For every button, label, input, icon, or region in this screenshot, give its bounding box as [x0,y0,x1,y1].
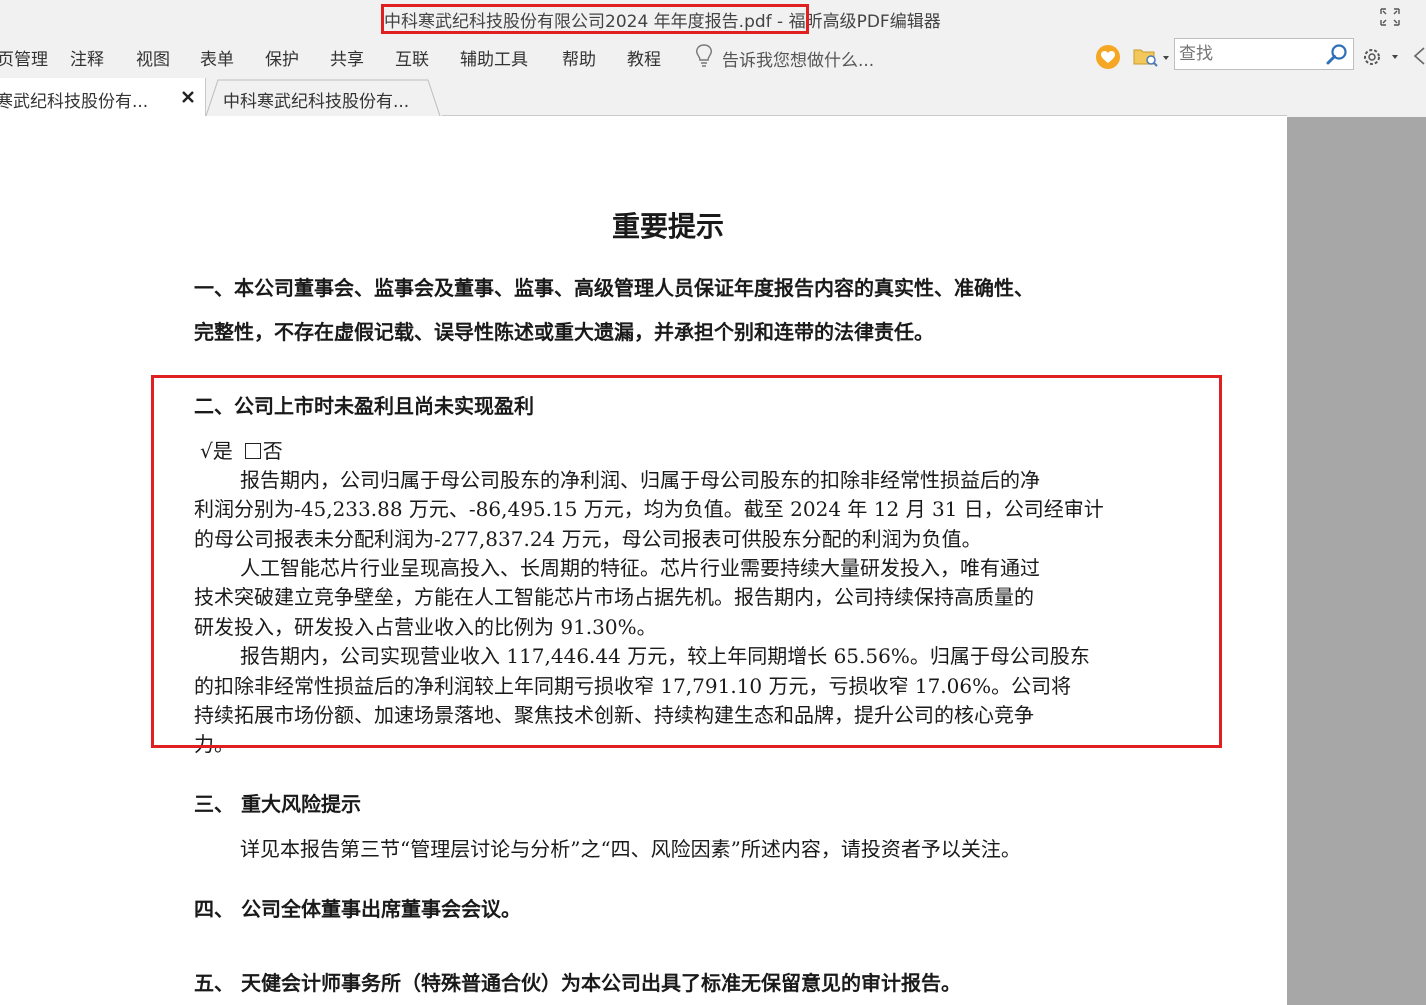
tab-label: 中科寒武纪科技股份有... [223,92,410,112]
section4-heading: 四、 公司全体董事出席董事会会议。 [194,897,521,921]
title-app-name: 福昕高级PDF编辑器 [788,12,941,32]
tab-label: 寒武纪科技股份有... [0,92,149,112]
menu-tutorial[interactable]: 教程 [627,45,661,70]
tell-me-box[interactable]: 告诉我您想做什么... [694,43,874,74]
title-bar: 中科寒武纪科技股份有限公司2024 年年度报告.pdf - 福昕高级PDF编辑器 [0,0,1426,40]
menu-page-manage[interactable]: 页管理 [0,45,48,70]
section1-line2: 完整性，不存在虚假记载、误导性陈述或重大遗漏，并承担个别和连带的法律责任。 [194,320,934,344]
tab-document-1[interactable]: 寒武纪科技股份有... [0,78,206,116]
section2-heading: 二、公司上市时未盈利且尚未实现盈利 [194,394,534,418]
para3-line2: 的扣除非经常性损益后的净利润较上年同期亏损收窄 17,791.10 万元，亏损收… [194,674,1072,698]
para2-line1: 人工智能芯片行业呈现高投入、长周期的特征。芯片行业需要持续大量研发投入，唯有通过 [240,556,1040,580]
menu-view[interactable]: 视图 [136,45,170,70]
para2-line2: 技术突破建立竞争壁垒，方能在人工智能芯片市场占据先机。报告期内，公司持续保持高质… [194,585,1034,609]
page-gutter [1287,117,1426,1005]
no-option: 否 [262,439,283,463]
toolbar-filler [1287,74,1426,117]
para1-line1: 报告期内，公司归属于母公司股东的净利润、归属于母公司股东的扣除非经常性损益后的净 [240,468,1040,492]
tell-me-placeholder: 告诉我您想做什么... [722,51,875,71]
section3-heading: 三、 重大风险提示 [194,792,361,816]
restore-window-icon[interactable] [1378,6,1402,28]
no-checkbox [244,443,261,459]
para1-line3: 的母公司报表未分配利润为-277,837.24 万元，母公司报表可供股东分配的利… [194,527,982,551]
lightbulb-icon [694,43,714,74]
section1-line1: 一、本公司董事会、监事会及董事、监事、高级管理人员保证年度报告内容的真实性、准确… [194,276,1034,300]
search-box [1174,38,1354,70]
menu-form[interactable]: 表单 [200,45,234,70]
menu-connect[interactable]: 互联 [395,45,429,70]
search-input[interactable] [1179,41,1317,67]
search-icon[interactable] [1325,43,1349,67]
para3-line3: 持续拓展市场份额、加速场景落地、聚焦技术创新、持续构建生态和品牌，提升公司的核心… [194,703,1034,727]
para3-line4: 力。 [194,732,234,756]
close-icon[interactable] [180,89,196,105]
tab-bar: 寒武纪科技股份有... 中科寒武纪科技股份有... [0,74,1426,116]
tab-document-2[interactable]: 中科寒武纪科技股份有... [206,78,442,116]
para3-line1: 报告期内，公司实现营业收入 117,446.44 万元，较上年同期增长 65.5… [240,644,1090,668]
menu-help[interactable]: 帮助 [562,45,596,70]
menu-accessibility[interactable]: 辅助工具 [460,45,528,70]
section3-text: 详见本报告第三节“管理层讨论与分析”之“四、风险因素”所述内容，请投资者予以关注… [240,837,1021,861]
heart-icon[interactable] [1094,40,1122,74]
settings-gear-icon[interactable] [1360,40,1402,74]
menu-share[interactable]: 共享 [330,45,364,70]
para1-line2: 利润分别为-45,233.88 万元、-86,495.15 万元，均为负值。截至… [194,497,1104,521]
folder-search-icon[interactable] [1132,40,1172,74]
menu-comment[interactable]: 注释 [70,45,104,70]
menu-protect[interactable]: 保护 [265,45,299,70]
profit-checkbox-row: √是 否 [200,435,283,464]
title-highlight-box [381,4,809,34]
section5-heading: 五、 天健会计师事务所（特殊普通合伙）为本公司出具了标准无保留意见的审计报告。 [194,971,961,995]
para2-line3: 研发投入，研发投入占营业收入的比例为 91.30%。 [194,615,657,639]
collapse-arrow-icon[interactable] [1412,46,1426,66]
yes-option: √是 [200,439,233,463]
doc-title: 重要提示 [612,210,725,243]
